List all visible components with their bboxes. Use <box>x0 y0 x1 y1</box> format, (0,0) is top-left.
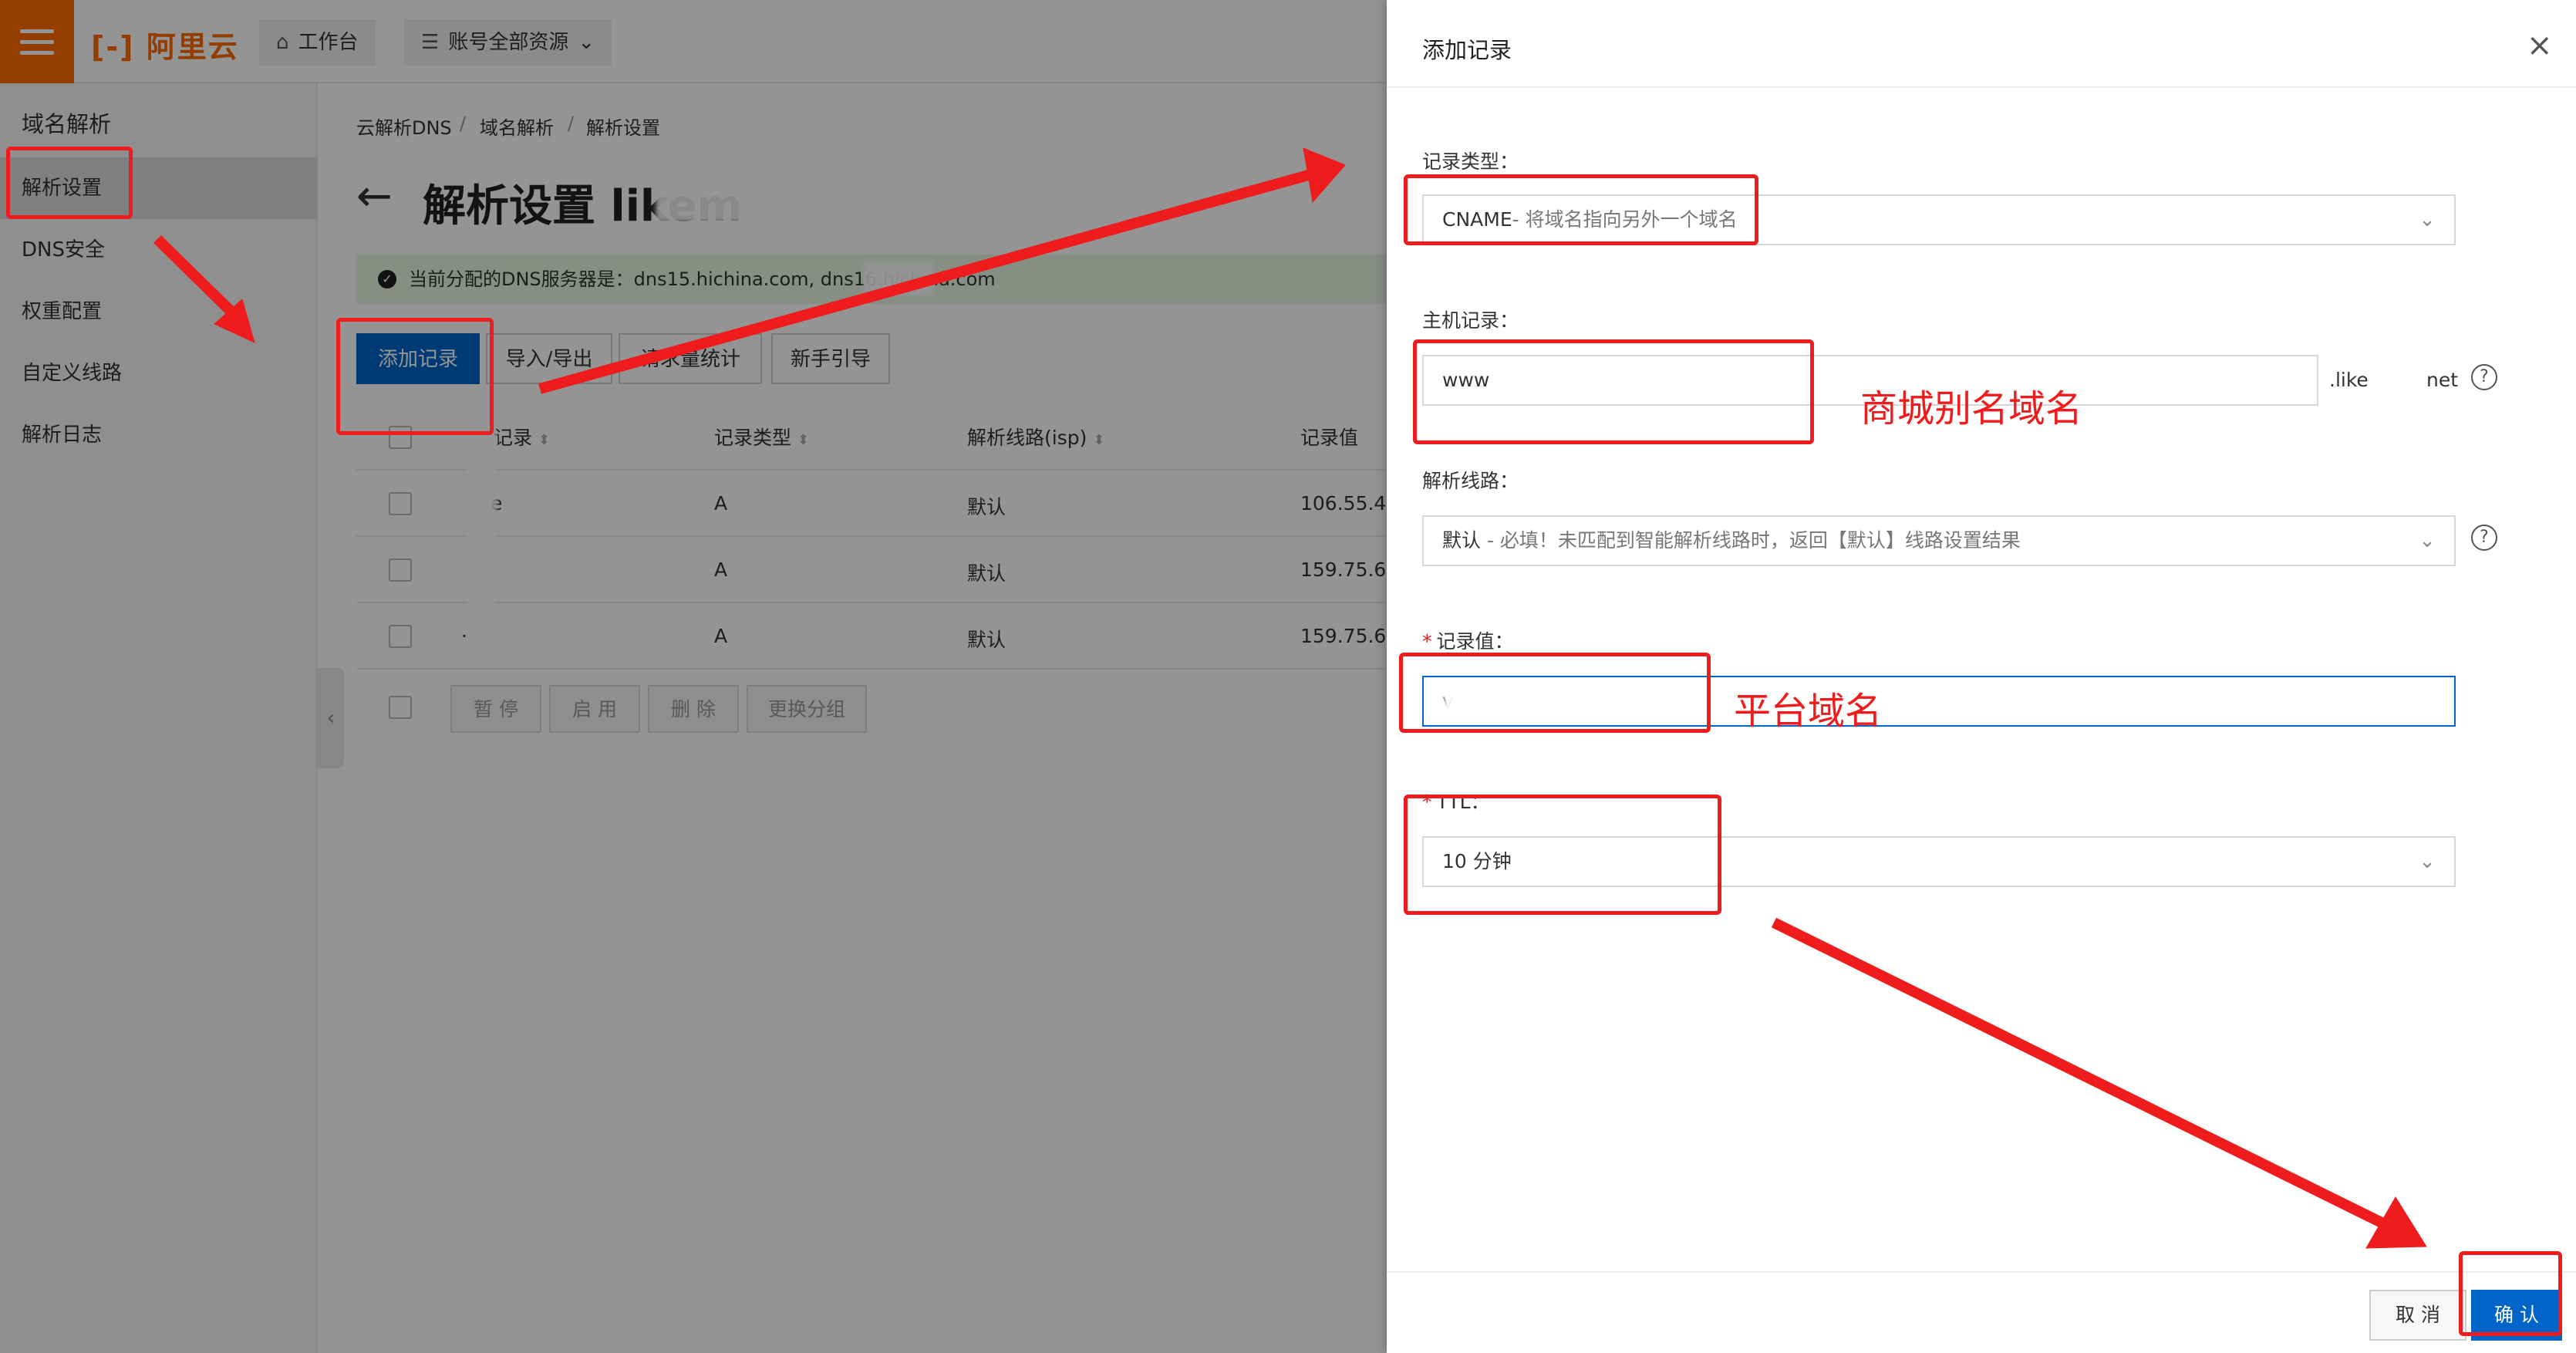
arrow-button-to-drawer <box>538 169 1313 394</box>
annotation-arrows <box>153 147 2427 1249</box>
arrow-sidebar-to-button <box>153 235 241 322</box>
screenshot-root: [-] 阿里云 ⌂ 工作台 ☰ 账号全部资源 ⌄ 域名解析 解析设置 DNS安全 权重… <box>0 0 2576 1353</box>
arrowhead <box>1303 147 1346 204</box>
arrow-ttl-to-confirm <box>1771 917 2386 1229</box>
